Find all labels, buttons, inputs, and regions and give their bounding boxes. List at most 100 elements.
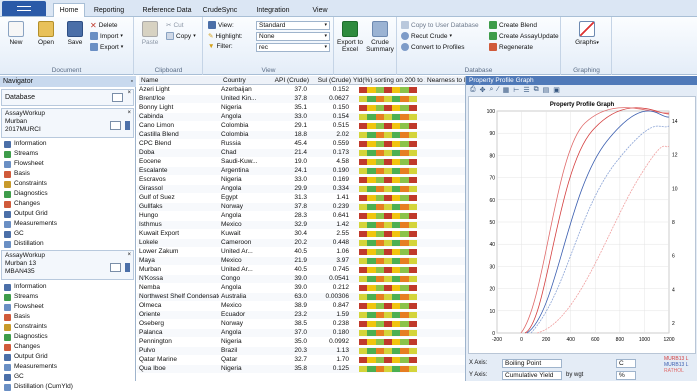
table-row[interactable]: Castilla Blend Colombia 18.8 2.02 [137,131,465,139]
pan-icon[interactable]: ✥ [480,86,486,95]
regenerate-button[interactable]: Regenerate [489,43,533,51]
nav-item-constraints[interactable]: Constraints [4,323,47,331]
plot-area[interactable]: Property Profile Graph 100 90 80 70 60 50 40 30 2… [468,96,696,354]
convert-to-profiles-button[interactable]: Convert to Profiles [401,43,464,51]
table-row[interactable]: Nemba Angola 39.0 0.212 [137,284,465,292]
close-assay-icon-1[interactable]: × [127,109,131,117]
table-row[interactable]: Azeri Light Azerbaijan 37.0 0.152 [137,86,465,94]
tab-integration[interactable]: Integration [250,3,296,17]
nav-item-gc[interactable]: GC [4,230,24,238]
table-row[interactable]: Escalante Argentina 24.1 0.190 [137,167,465,175]
tab-crudesync[interactable]: CrudeSync [198,3,242,17]
file-menu-button[interactable] [2,1,46,16]
nav-item-diagnostics[interactable]: Diagnostics [4,333,48,341]
assay-db-icon-2[interactable] [125,263,130,272]
cut-button[interactable]: ✂ Cut [166,21,184,30]
view-combo[interactable]: Standard ▾ [256,21,330,30]
nav-item-diagnostics[interactable]: Diagnostics [4,190,48,198]
table-row[interactable]: CPC Blend Russia 45.4 0.559 [137,140,465,148]
axis-icon[interactable]: ⊢ [513,86,519,95]
table-row[interactable]: Cano Limon Colombia 29.1 0.515 [137,122,465,130]
table-row[interactable]: Oseberg Norway 38.5 0.238 [137,320,465,328]
database-chart-icon[interactable] [112,93,123,102]
tab-view[interactable]: View [306,3,334,17]
nav-item-measurements[interactable]: Measurements [4,220,57,228]
x-axis-combo[interactable]: Boiling Point [502,359,562,368]
filter-combo[interactable]: rec ▾ [256,43,330,52]
table-row[interactable]: Gullfaks Norway 37.8 0.239 [137,203,465,211]
table-row[interactable]: Doba Chad 21.4 0.173 [137,149,465,157]
table-row[interactable]: Brent/Ice United Kin... 37.8 0.0627 [137,95,465,103]
nav-item-gc[interactable]: GC [4,373,24,381]
table-row[interactable]: N'Kossa Congo 39.0 0.0541 [137,275,465,283]
table-row[interactable]: Cabinda Angola 33.0 0.154 [137,113,465,121]
assay-db-icon-1[interactable] [125,121,130,130]
import-button[interactable]: Import ▾ [90,32,123,40]
crude-summary-button[interactable]: Crude Summary [366,21,394,53]
table-row[interactable]: Eocene Saudi-Kuw... 19.0 4.58 [137,158,465,166]
nav-item-information[interactable]: Information [4,140,47,148]
nav-item-basis[interactable]: Basis [4,313,30,321]
export-graph-icon[interactable]: ▣ [553,86,560,95]
column-header[interactable]: Country [221,76,269,85]
fill-icon[interactable]: ▦ [503,86,510,95]
column-header[interactable]: Sul (Crude) [309,76,351,85]
close-database-icon[interactable]: × [127,90,131,96]
assay-workup-panel-2[interactable]: AssayWorkup Murban 13 MBAN435 × [1,250,134,280]
x-axis-unit-combo[interactable]: C [616,359,636,368]
table-row[interactable]: Escravos Nigeria 33.0 0.169 [137,176,465,184]
table-row[interactable]: Lower Zakum United Ar... 40.5 1.06 [137,248,465,256]
close-assay-icon-2[interactable]: × [127,251,131,259]
graphs-button[interactable]: Graphs▾ [570,21,604,47]
table-row[interactable]: Oriente Ecuador 23.2 1.59 [137,311,465,319]
nav-item-constraints[interactable]: Constraints [4,180,47,188]
recut-crude-button[interactable]: Recut Crude ▾ [401,32,452,40]
nav-item-changes[interactable]: Changes [4,343,40,351]
nav-item-measurements[interactable]: Measurements [4,363,57,371]
nav-item-changes[interactable]: Changes [4,200,40,208]
tab-home[interactable]: Home [53,3,85,17]
delete-button[interactable]: ✕ Delete [90,21,118,30]
table-row[interactable]: Qua Iboe Nigeria 35.8 0.125 [137,365,465,373]
column-header[interactable]: Yld(%) sorting on 200 to 260 C [351,76,425,85]
table-row[interactable]: Murban United Ar... 40.5 0.745 [137,266,465,274]
grid-icon[interactable]: ▤ [543,86,550,95]
nav-item-distillation[interactable]: Distillation [4,240,44,248]
save-button[interactable]: Save [62,21,88,46]
table-row[interactable]: Girassol Angola 29.9 0.334 [137,185,465,193]
table-row[interactable]: Hungo Angola 28.3 0.641 [137,212,465,220]
column-header[interactable]: Name [139,76,221,85]
column-header[interactable]: Nearness to Murodi (Overall) [425,76,465,85]
zoom-icon[interactable]: ⌕ [489,86,493,95]
nav-item-output-grid[interactable]: Output Grid [4,210,48,218]
y-axis-unit-combo[interactable]: % [616,371,636,380]
y-axis-combo[interactable]: Cumulative Yield [502,371,562,380]
nav-item-streams[interactable]: Streams [4,293,38,301]
assay-workup-panel-1[interactable]: AssayWorkup Murban 2017MURCI × [1,108,134,138]
table-row[interactable]: Olmeca Mexico 38.9 0.847 [137,302,465,310]
table-row[interactable]: Gulf of Suez Egypt 31.3 1.41 [137,194,465,202]
open-button[interactable]: Open [32,21,60,46]
table-row[interactable]: Bonny Light Nigeria 35.1 0.150 [137,104,465,112]
table-row[interactable]: Lokele Cameroon 20.2 0.448 [137,239,465,247]
table-row[interactable]: Palanca Angola 37.0 0.180 [137,329,465,337]
export-to-excel-button[interactable]: Export to Excel [336,21,364,53]
create-assayupdate-button[interactable]: Create AssayUpdate [489,32,559,40]
nav-item-basis[interactable]: Basis [4,170,30,178]
table-row[interactable]: Isthmus Mexico 32.9 1.42 [137,221,465,229]
copy-graph-icon[interactable]: ⧉ [534,86,539,95]
assay-chart-icon-1[interactable] [110,121,121,130]
nav-item-output-grid[interactable]: Output Grid [4,353,48,361]
export-button[interactable]: Export ▾ [90,43,123,51]
paste-button[interactable]: Paste [138,21,162,46]
table-row[interactable]: Northwest Shelf Condensate Australia 63.0 0… [137,293,465,301]
copy-to-user-database-button[interactable]: Copy to User Database [401,21,479,29]
print-icon[interactable]: ⎙ [470,86,476,95]
column-header[interactable]: API (Crude) [269,76,309,85]
table-row[interactable]: Kuwait Export Kuwait 30.4 2.55 [137,230,465,238]
table-row[interactable]: Maya Mexico 21.9 3.97 [137,257,465,265]
nav-item-distillation-cumyld-[interactable]: Distillation (CumYld) [4,383,73,391]
highlight-combo[interactable]: None ▾ [256,32,330,41]
database-panel[interactable]: Database × [1,89,134,106]
assay-chart-icon-2[interactable] [110,263,121,272]
